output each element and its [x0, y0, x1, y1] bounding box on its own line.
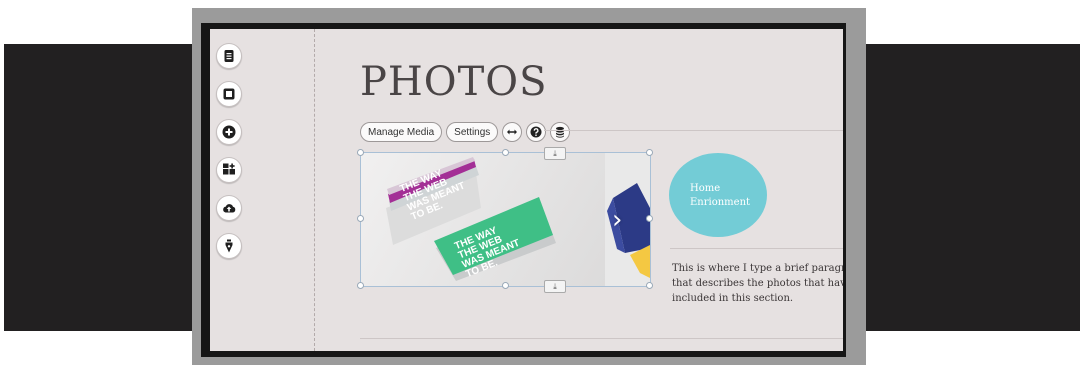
photo-slider[interactable]: THE WAY THE WEB WAS MEANT TO BE. THE WAY… — [357, 147, 653, 293]
gallery-toolbar: Manage Media Settings — [360, 122, 571, 142]
widgets-button[interactable] — [216, 157, 242, 183]
database-button[interactable] — [550, 122, 571, 142]
manage-media-button[interactable]: Manage Media — [360, 122, 443, 142]
pen-button[interactable] — [216, 233, 242, 259]
square-icon — [223, 88, 235, 100]
slide-image: THE WAY THE WEB WAS MEANT TO BE. THE WAY… — [361, 153, 605, 286]
business-cards-image: THE WAY THE WEB WAS MEANT TO BE. THE WAY… — [386, 157, 556, 281]
resize-arrows-icon — [507, 129, 518, 135]
right-backdrop — [866, 44, 1080, 331]
database-icon — [556, 126, 565, 138]
add-button[interactable] — [216, 119, 242, 145]
circle-text-line-2: Enrionment — [690, 197, 751, 208]
upload-button[interactable] — [216, 195, 242, 221]
resize-button[interactable] — [502, 122, 523, 142]
description-paragraph[interactable]: This is where I type a brief paragraph t… — [672, 261, 843, 306]
upload-cloud-icon — [223, 204, 236, 213]
help-button[interactable] — [526, 122, 547, 142]
divider — [544, 130, 843, 131]
resize-handle[interactable] — [502, 282, 509, 289]
resize-handle[interactable] — [357, 282, 364, 289]
square-button[interactable] — [216, 81, 242, 107]
paragraph-line-3: included in this section. — [672, 293, 794, 304]
circle-text: Home Enrionment — [690, 182, 750, 210]
drag-grip-bottom[interactable]: ⤓ — [544, 280, 566, 293]
editor-window: PHOTOS Manage Media Settings THE WAY THE… — [201, 23, 846, 357]
settings-button[interactable]: Settings — [446, 122, 499, 142]
next-arrow-button[interactable]: › — [612, 205, 622, 235]
page-button[interactable] — [216, 43, 242, 69]
paragraph-line-2: that describes the photos that have been — [672, 278, 843, 289]
page-icon — [224, 50, 234, 62]
divider — [670, 248, 843, 249]
pen-icon — [225, 239, 233, 253]
resize-handle[interactable] — [646, 149, 653, 156]
resize-handle[interactable] — [646, 215, 653, 222]
guide-line — [314, 29, 315, 351]
resize-handle[interactable] — [357, 149, 364, 156]
resize-handle[interactable] — [502, 149, 509, 156]
left-toolbar — [216, 43, 244, 271]
add-icon — [222, 125, 236, 139]
help-icon — [530, 126, 542, 138]
left-backdrop — [4, 44, 194, 331]
circle-text-line-1: Home — [690, 183, 721, 194]
drag-grip-top[interactable]: ⤓ — [544, 147, 566, 160]
page-canvas: PHOTOS Manage Media Settings THE WAY THE… — [210, 29, 843, 351]
resize-handle[interactable] — [646, 282, 653, 289]
page-title: PHOTOS — [360, 59, 548, 105]
divider — [360, 338, 843, 339]
resize-handle[interactable] — [357, 215, 364, 222]
paragraph-line-1: This is where I type a brief paragraph — [672, 263, 843, 274]
widgets-icon — [223, 163, 235, 175]
